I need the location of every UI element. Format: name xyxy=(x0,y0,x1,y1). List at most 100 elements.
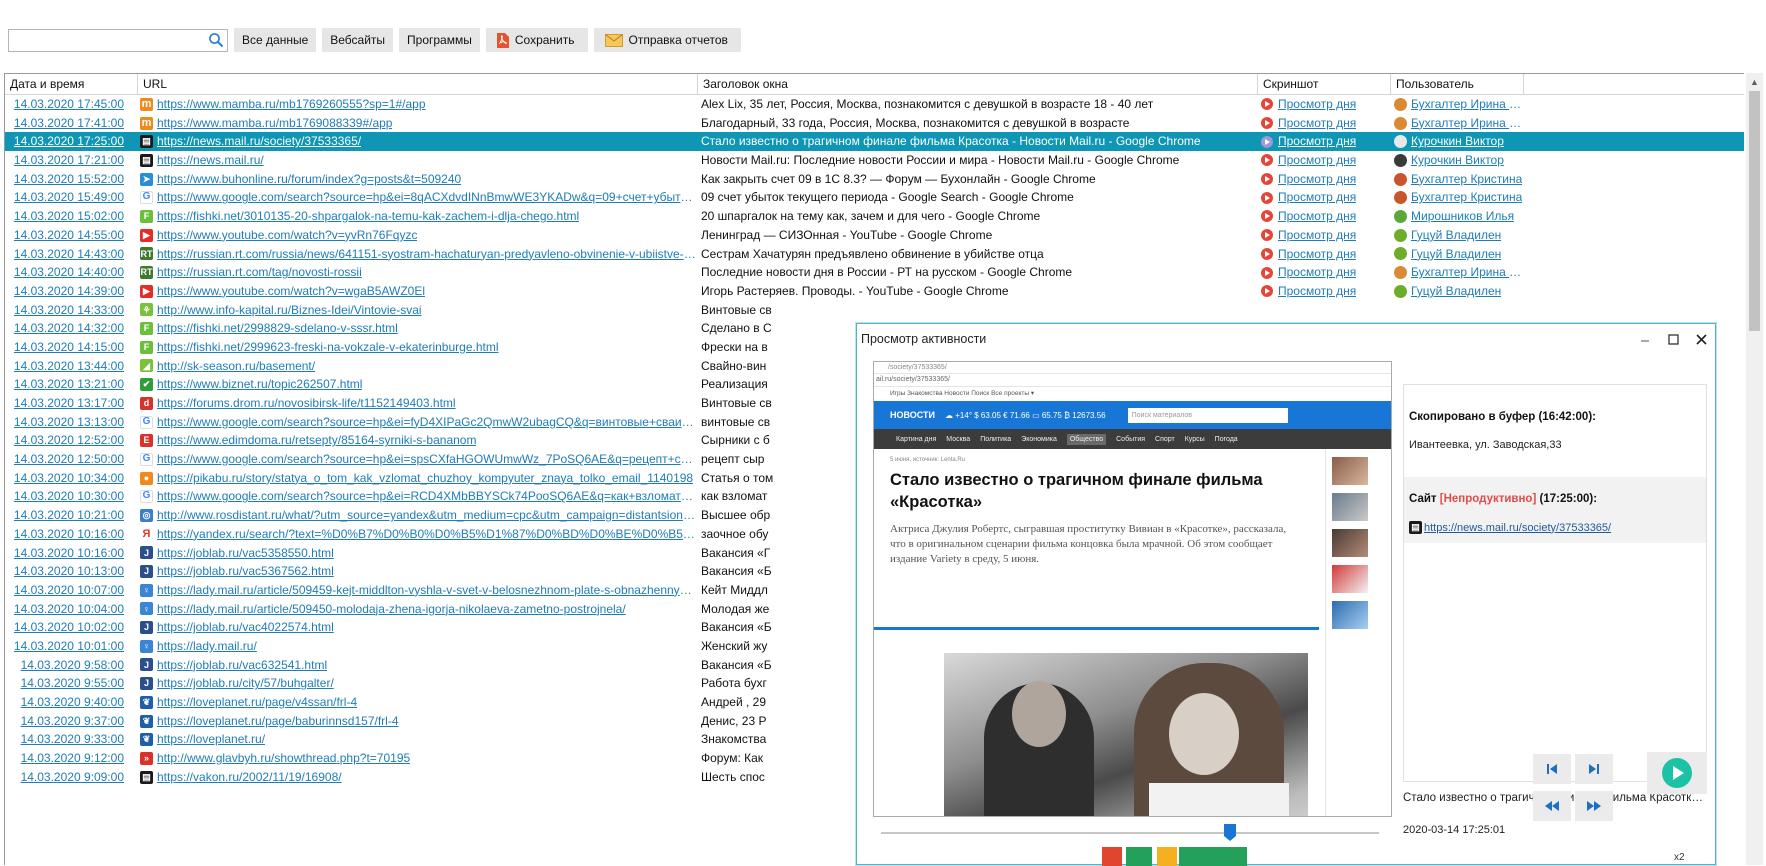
header-datetime[interactable]: Дата и время xyxy=(5,74,138,95)
user-link[interactable]: Курочкин Виктор xyxy=(1411,151,1504,170)
datetime-link[interactable]: 14.03.2020 10:02:00 xyxy=(14,620,124,634)
minimize-icon[interactable] xyxy=(1631,326,1659,352)
user-link[interactable]: Гуцуй Владилен xyxy=(1411,282,1501,301)
user-link[interactable]: Бухгалтер Кристина xyxy=(1411,170,1522,189)
url-link[interactable]: https://fishki.net/3010135-20-shpargalok… xyxy=(157,207,579,226)
datetime-cell[interactable]: 14.03.2020 14:55:00 xyxy=(5,226,138,245)
datetime-link[interactable]: 14.03.2020 9:40:00 xyxy=(21,695,124,709)
datetime-cell[interactable]: 14.03.2020 14:39:00 xyxy=(5,282,138,301)
datetime-link[interactable]: 14.03.2020 9:55:00 xyxy=(21,676,124,690)
table-row[interactable]: 14.03.2020 14:40:00 RT https://russian.rt.… xyxy=(5,263,1744,282)
url-link[interactable]: https://www.google.com/search?source=hp&… xyxy=(157,188,698,207)
datetime-link[interactable]: 14.03.2020 10:13:00 xyxy=(14,564,124,578)
screenshot-preview[interactable]: /society/37533365/ ail.ru/society/375333… xyxy=(873,361,1392,817)
datetime-link[interactable]: 14.03.2020 13:44:00 xyxy=(14,359,124,373)
url-link[interactable]: https://lady.mail.ru/article/509450-molo… xyxy=(157,600,626,619)
url-link[interactable]: https://www.youtube.com/watch?v=wgaB5AWZ… xyxy=(157,282,425,301)
url-link[interactable]: https://loveplanet.ru/page/baburinnsd157… xyxy=(157,712,399,731)
url-link[interactable]: https://www.edimdoma.ru/retsepty/85164-s… xyxy=(157,431,476,450)
table-row[interactable]: 14.03.2020 15:52:00 ➤ https://www.buhonlin… xyxy=(5,170,1744,189)
view-day-link[interactable]: Просмотр дня xyxy=(1278,282,1356,301)
datetime-cell[interactable]: 14.03.2020 10:02:00 xyxy=(5,618,138,637)
view-day-link[interactable]: Просмотр дня xyxy=(1278,226,1356,245)
table-row[interactable]: 14.03.2020 17:45:00 m https://www.mamba.ru… xyxy=(5,95,1744,114)
datetime-link[interactable]: 14.03.2020 12:50:00 xyxy=(14,452,124,466)
table-row[interactable]: 14.03.2020 14:55:00 ▶ https://www.youtube.… xyxy=(5,226,1744,245)
header-user[interactable]: Пользователь xyxy=(1391,74,1524,95)
url-link[interactable]: https://www.buhonline.ru/forum/index?g=p… xyxy=(157,170,461,189)
timeline-track[interactable] xyxy=(881,832,1379,834)
datetime-cell[interactable]: 14.03.2020 13:44:00 xyxy=(5,357,138,376)
datetime-link[interactable]: 14.03.2020 9:58:00 xyxy=(21,658,124,672)
datetime-cell[interactable]: 14.03.2020 12:52:00 xyxy=(5,431,138,450)
datetime-link[interactable]: 14.03.2020 14:55:00 xyxy=(14,228,124,242)
datetime-cell[interactable]: 14.03.2020 14:43:00 xyxy=(5,245,138,264)
datetime-cell[interactable]: 14.03.2020 10:16:00 xyxy=(5,544,138,563)
view-day-link[interactable]: Просмотр дня xyxy=(1278,170,1356,189)
datetime-link[interactable]: 14.03.2020 15:49:00 xyxy=(14,190,124,204)
url-link[interactable]: http://sk-season.ru/basement/ xyxy=(157,357,315,376)
site-url-link[interactable]: https://news.mail.ru/society/37533365/ xyxy=(1424,522,1611,534)
url-link[interactable]: http://www.glavbyh.ru/showthread.php?t=7… xyxy=(157,749,410,768)
url-link[interactable]: https://www.mamba.ru/mb1769088339#/app xyxy=(157,114,392,133)
datetime-link[interactable]: 14.03.2020 13:17:00 xyxy=(14,396,124,410)
view-day-link[interactable]: Просмотр дня xyxy=(1278,95,1356,114)
send-reports-button[interactable]: Отправка отчетов xyxy=(593,28,741,52)
datetime-link[interactable]: 14.03.2020 10:34:00 xyxy=(14,471,124,485)
datetime-link[interactable]: 14.03.2020 12:52:00 xyxy=(14,433,124,447)
datetime-link[interactable]: 14.03.2020 10:04:00 xyxy=(14,602,124,616)
url-link[interactable]: https://fishki.net/2999623-freski-na-vok… xyxy=(157,338,499,357)
datetime-cell[interactable]: 14.03.2020 9:12:00 xyxy=(5,749,138,768)
datetime-cell[interactable]: 14.03.2020 9:58:00 xyxy=(5,656,138,675)
header-window-title[interactable]: Заголовок окна xyxy=(698,74,1258,95)
datetime-link[interactable]: 14.03.2020 17:41:00 xyxy=(14,116,124,130)
user-link[interactable]: Мирошников Илья xyxy=(1411,207,1514,226)
play-button[interactable] xyxy=(1647,752,1707,794)
datetime-cell[interactable]: 14.03.2020 13:17:00 xyxy=(5,394,138,413)
datetime-link[interactable]: 14.03.2020 10:16:00 xyxy=(14,527,124,541)
url-link[interactable]: https://vakon.ru/2002/11/19/16908/ xyxy=(157,768,342,787)
user-link[interactable]: Бухгалтер Ирина Пет... xyxy=(1411,95,1524,114)
datetime-link[interactable]: 14.03.2020 14:39:00 xyxy=(14,284,124,298)
datetime-link[interactable]: 14.03.2020 9:33:00 xyxy=(21,732,124,746)
datetime-link[interactable]: 14.03.2020 10:01:00 xyxy=(14,639,124,653)
datetime-cell[interactable]: 14.03.2020 13:21:00 xyxy=(5,375,138,394)
datetime-cell[interactable]: 14.03.2020 10:13:00 xyxy=(5,562,138,581)
datetime-link[interactable]: 14.03.2020 14:43:00 xyxy=(14,247,124,261)
url-link[interactable]: http://www.rosdistant.ru/what/?utm_sourc… xyxy=(157,506,698,525)
datetime-link[interactable]: 14.03.2020 9:12:00 xyxy=(21,751,124,765)
url-link[interactable]: http://www.info-kapital.ru/Biznes-Idei/V… xyxy=(157,301,422,320)
table-row[interactable]: 14.03.2020 15:49:00 Ghttps://www.google.c… xyxy=(5,188,1744,207)
url-link[interactable]: https://loveplanet.ru/page/v4ssan/frl-4 xyxy=(157,693,357,712)
datetime-link[interactable]: 14.03.2020 10:30:00 xyxy=(14,489,124,503)
datetime-link[interactable]: 14.03.2020 14:15:00 xyxy=(14,340,124,354)
view-day-link[interactable]: Просмотр дня xyxy=(1278,151,1356,170)
url-link[interactable]: https://www.biznet.ru/topic262507.html xyxy=(157,375,362,394)
url-link[interactable]: https://joblab.ru/vac5367562.html xyxy=(157,562,334,581)
datetime-cell[interactable]: 14.03.2020 9:37:00 xyxy=(5,712,138,731)
datetime-link[interactable]: 14.03.2020 13:13:00 xyxy=(14,415,124,429)
url-link[interactable]: https://lady.mail.ru/ xyxy=(157,637,257,656)
rewind-button[interactable] xyxy=(1533,791,1571,821)
maximize-icon[interactable] xyxy=(1659,326,1687,352)
datetime-link[interactable]: 14.03.2020 17:21:00 xyxy=(14,153,124,167)
url-link[interactable]: https://russian.rt.com/russia/news/64115… xyxy=(157,245,698,264)
url-link[interactable]: https://www.google.com/search?source=hp&… xyxy=(157,450,698,469)
user-link[interactable]: Гуцуй Владилен xyxy=(1411,245,1501,264)
datetime-cell[interactable]: 14.03.2020 14:40:00 xyxy=(5,263,138,282)
table-row[interactable]: 14.03.2020 17:21:00 ▤ https://news.mail.ru… xyxy=(5,151,1744,170)
url-link[interactable]: https://loveplanet.ru/ xyxy=(157,730,265,749)
datetime-link[interactable]: 14.03.2020 10:21:00 xyxy=(14,508,124,522)
skip-end-button[interactable] xyxy=(1575,754,1613,784)
datetime-cell[interactable]: 14.03.2020 10:04:00 xyxy=(5,600,138,619)
datetime-link[interactable]: 14.03.2020 13:21:00 xyxy=(14,377,124,391)
datetime-link[interactable]: 14.03.2020 17:25:00 xyxy=(14,134,124,148)
scroll-thumb[interactable] xyxy=(1749,91,1760,331)
datetime-link[interactable]: 14.03.2020 17:45:00 xyxy=(14,97,124,111)
view-day-link[interactable]: Просмотр дня xyxy=(1278,207,1356,226)
view-day-link[interactable]: Просмотр дня xyxy=(1278,188,1356,207)
datetime-link[interactable]: 14.03.2020 10:16:00 xyxy=(14,546,124,560)
datetime-cell[interactable]: 14.03.2020 9:09:00 xyxy=(5,768,138,787)
websites-button[interactable]: Вебсайты xyxy=(322,28,394,52)
datetime-link[interactable]: 14.03.2020 10:07:00 xyxy=(14,583,124,597)
